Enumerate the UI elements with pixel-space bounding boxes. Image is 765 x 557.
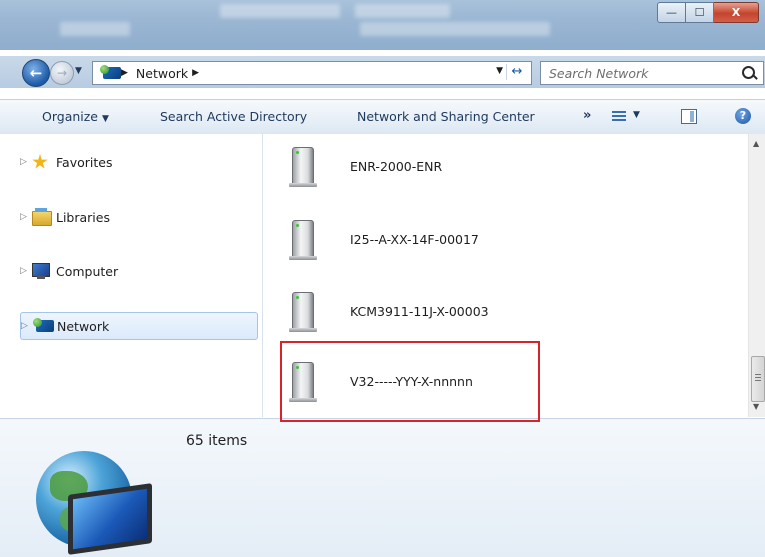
highlight-box bbox=[280, 341, 540, 422]
scroll-up-icon[interactable]: ▲ bbox=[753, 139, 759, 148]
expand-arrow-icon[interactable]: ▷ bbox=[20, 157, 32, 167]
nav-item-network[interactable]: ▷ Network bbox=[20, 312, 258, 340]
details-pane: 65 items bbox=[0, 418, 765, 557]
overflow-button[interactable]: » bbox=[583, 108, 591, 123]
title-bar: — ☐ X bbox=[0, 0, 765, 50]
breadcrumb-separator[interactable]: ▶ bbox=[121, 68, 128, 78]
organize-menu[interactable]: Organize ▼ bbox=[42, 109, 109, 124]
chevron-down-icon: ▼ bbox=[102, 114, 109, 124]
item-name: KCM3911-11J-X-00003 bbox=[350, 303, 489, 319]
view-dropdown-icon[interactable]: ▼ bbox=[633, 110, 640, 120]
server-icon bbox=[288, 218, 320, 260]
expand-arrow-icon[interactable]: ▷ bbox=[21, 321, 33, 331]
expand-arrow-icon[interactable]: ▷ bbox=[20, 212, 32, 222]
nav-item-favorites[interactable]: ▷ Favorites bbox=[20, 149, 112, 175]
nav-item-libraries[interactable]: ▷ Libraries bbox=[20, 204, 110, 230]
preview-pane-icon[interactable] bbox=[681, 109, 697, 124]
organize-label: Organize bbox=[42, 109, 98, 124]
nav-item-computer[interactable]: ▷ Computer bbox=[20, 258, 118, 284]
vertical-scrollbar[interactable]: ▲ ▼ bbox=[748, 134, 765, 417]
expand-arrow-icon[interactable]: ▷ bbox=[20, 266, 32, 276]
address-bar[interactable]: ▶ Network ▶ ▼ ↔ bbox=[92, 61, 532, 85]
nav-item-label: Favorites bbox=[56, 154, 113, 170]
close-button[interactable]: X bbox=[714, 2, 759, 23]
scroll-down-icon[interactable]: ▼ bbox=[753, 402, 759, 411]
item-count: 65 items bbox=[186, 433, 248, 449]
list-item[interactable]: I25--A-XX-14F-00017 bbox=[288, 218, 628, 260]
list-item[interactable]: KCM3911-11J-X-00003 bbox=[288, 290, 628, 332]
star-icon bbox=[32, 154, 52, 170]
help-icon[interactable]: ? bbox=[735, 108, 751, 124]
navigation-pane: ▷ Favorites ▷ Libraries ▷ Computer ▷ Net… bbox=[0, 134, 263, 417]
breadcrumb-network[interactable]: Network bbox=[136, 66, 188, 81]
nav-item-label: Libraries bbox=[56, 209, 110, 225]
address-dropdown[interactable]: ▼ bbox=[496, 66, 503, 76]
network-icon bbox=[99, 65, 121, 80]
refresh-icon[interactable]: ↔ bbox=[506, 64, 527, 80]
network-sharing-center-button[interactable]: Network and Sharing Center bbox=[357, 109, 535, 124]
recent-pages-dropdown[interactable]: ▼ bbox=[75, 66, 82, 76]
nav-item-label: Network bbox=[57, 318, 110, 334]
server-icon bbox=[288, 290, 320, 332]
list-item[interactable]: ENR-2000-ENR bbox=[288, 145, 628, 187]
monitor-icon bbox=[68, 483, 152, 555]
item-name: I25--A-XX-14F-00017 bbox=[350, 231, 479, 247]
nav-item-label: Computer bbox=[56, 263, 119, 279]
search-icon[interactable] bbox=[742, 66, 755, 79]
command-bar: Organize ▼ Search Active Directory Networ… bbox=[0, 99, 765, 135]
maximize-button[interactable]: ☐ bbox=[686, 2, 714, 23]
back-button[interactable]: ← bbox=[22, 59, 50, 87]
network-icon bbox=[33, 318, 54, 334]
item-name: ENR-2000-ENR bbox=[350, 158, 443, 174]
window-controls: — ☐ X bbox=[657, 2, 759, 23]
search-input[interactable]: Search Network bbox=[540, 61, 764, 85]
scrollbar-thumb[interactable] bbox=[751, 356, 765, 402]
minimize-button[interactable]: — bbox=[657, 2, 686, 23]
search-active-directory-button[interactable]: Search Active Directory bbox=[160, 109, 307, 124]
forward-button[interactable]: → bbox=[50, 61, 74, 85]
server-icon bbox=[288, 145, 320, 187]
computer-icon bbox=[32, 263, 52, 279]
search-placeholder: Search Network bbox=[549, 65, 649, 81]
libraries-icon bbox=[32, 208, 52, 226]
change-view-icon[interactable] bbox=[612, 109, 626, 123]
breadcrumb-separator[interactable]: ▶ bbox=[192, 68, 199, 78]
address-row: ← → ▼ ▶ Network ▶ ▼ ↔ Search Network bbox=[0, 56, 765, 88]
